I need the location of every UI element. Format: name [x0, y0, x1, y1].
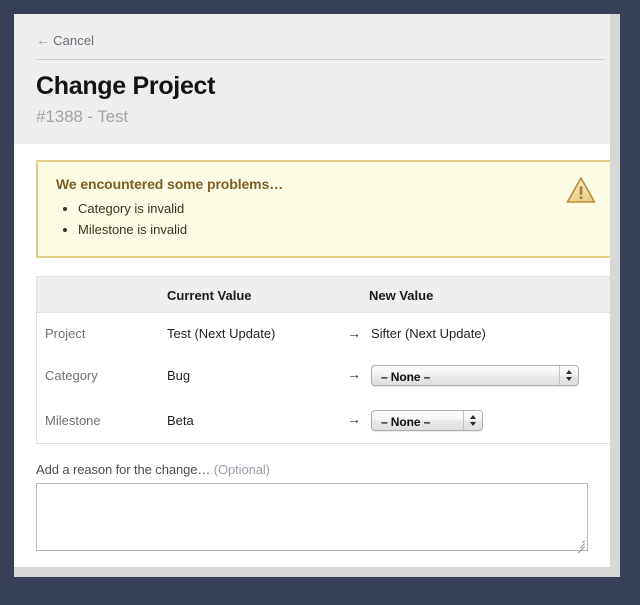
right-arrow-icon: → [347, 325, 361, 342]
alert-message-list: Category is invalid Milestone is invalid [56, 198, 592, 240]
app-window: ← Cancel Change Project #1388 - Test We e… [14, 14, 620, 577]
page-title: Change Project [36, 72, 216, 100]
content-body: We encountered some problems… Category i… [14, 144, 610, 567]
table-head: Current Value New Value [36, 276, 610, 314]
row-current-value: Bug [167, 368, 191, 384]
right-arrow-icon: → [347, 411, 361, 428]
right-arrow-icon: → [347, 366, 361, 383]
back-cancel-link[interactable]: ← Cancel [36, 32, 94, 48]
back-cancel-label: Cancel [53, 33, 95, 48]
category-select-value: – None – [381, 370, 431, 385]
select-updown-arrows-icon [463, 411, 482, 431]
row-new-value: → Sifter (Next Update) [343, 313, 610, 354]
alert-message: Milestone is invalid [78, 219, 592, 240]
page-header: ← Cancel Change Project #1388 - Test [14, 14, 610, 127]
alert-title: We encountered some problems… [56, 176, 284, 192]
row-new-value: → – None – [343, 398, 610, 444]
table-row: Category Bug → – None – [37, 353, 611, 398]
row-new-value: → – None – [343, 353, 610, 398]
column-header-current-value: Current Value [157, 276, 343, 314]
warning-triangle-icon [566, 176, 596, 204]
reason-textarea-wrapper[interactable] [36, 483, 588, 554]
table-body: Project Test (Next Update) → Sifter (Next… [37, 313, 611, 444]
table-header-row: Current Value New Value [36, 276, 610, 314]
row-field-label: Milestone [45, 413, 101, 429]
reason-label-text: Add a reason for the change… [36, 462, 211, 478]
column-header-new-value: New Value [343, 276, 610, 314]
row-field-label: Category [45, 368, 98, 384]
reason-block: Add a reason for the change… (Optional) [36, 462, 588, 567]
column-header-field [36, 276, 157, 314]
row-new-value-text: Sifter (Next Update) [371, 326, 486, 342]
alert-message: Category is invalid [78, 198, 592, 219]
table-row: Project Test (Next Update) → Sifter (Next… [37, 313, 611, 354]
reason-optional-tag: (Optional) [213, 462, 270, 478]
resize-handle-icon[interactable] [574, 537, 586, 554]
page-subtitle: #1388 - Test [36, 107, 129, 126]
reason-textarea[interactable] [37, 484, 587, 551]
row-field-label: Project [45, 325, 86, 341]
left-arrow-icon: ← [36, 32, 51, 48]
category-select[interactable]: – None – [371, 365, 579, 387]
error-alert: We encountered some problems… Category i… [36, 160, 610, 259]
reason-label: Add a reason for the change… (Optional) [36, 462, 588, 477]
header-divider [36, 59, 605, 60]
row-current-value: Beta [167, 413, 194, 429]
table-row: Milestone Beta → – None – [37, 398, 611, 444]
milestone-select[interactable]: – None – [371, 410, 483, 432]
page-panel: ← Cancel Change Project #1388 - Test We e… [14, 14, 610, 567]
select-updown-arrows-icon [559, 366, 578, 386]
change-summary-table: Current Value New Value Project Test (Ne… [36, 276, 611, 445]
row-current-value: Test (Next Update) [167, 325, 276, 341]
